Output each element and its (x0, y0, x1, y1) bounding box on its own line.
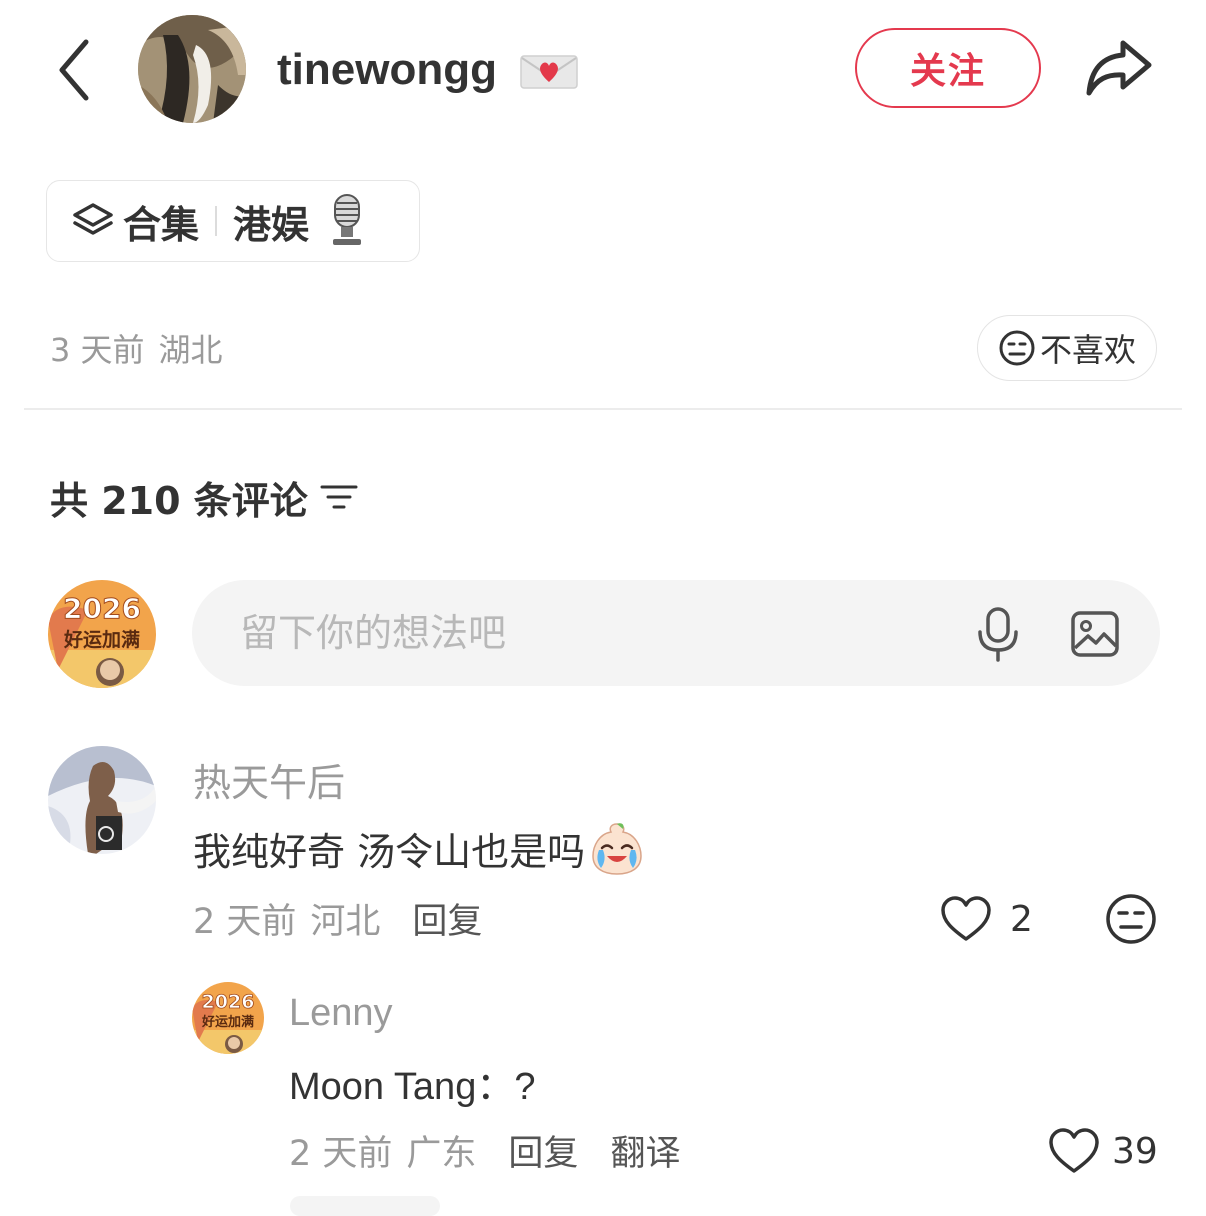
share-button[interactable] (1082, 34, 1156, 100)
back-button[interactable] (44, 32, 104, 108)
dislike-label: 不喜欢 (1039, 331, 1136, 369)
chevron-left-icon (59, 39, 89, 101)
microphone-icon (978, 607, 1018, 662)
comment-like-button[interactable]: 2 (940, 890, 1033, 948)
reply-reply-button[interactable]: 回复 (508, 1125, 578, 1176)
translate-button[interactable]: 翻译 (610, 1125, 680, 1176)
my-avatar[interactable]: 2026 好运加满 (48, 580, 156, 688)
sort-lines-icon[interactable] (320, 482, 358, 512)
post-time: 3 天前 (50, 331, 145, 369)
share-arrow-icon (1086, 40, 1152, 96)
comment-dislike-button[interactable] (1104, 892, 1158, 946)
my-avatar-slogan: 好运加满 (63, 628, 140, 651)
commenter-avatar-image (48, 746, 156, 854)
reply-like-button[interactable]: 39 (1048, 1122, 1158, 1180)
collection-label: 合集 (123, 202, 200, 247)
follow-button[interactable]: 关注 (855, 28, 1041, 108)
reply-button[interactable]: 回复 (412, 893, 482, 944)
image-icon (1071, 611, 1119, 657)
my-avatar-year: 2026 (63, 592, 141, 625)
reply-avatar-year: 2026 (202, 991, 255, 1013)
my-avatar-image: 2026 好运加满 (48, 580, 156, 688)
post-location: 湖北 (158, 331, 223, 369)
collection-topic: 港娱 (233, 202, 310, 247)
comment-meta: 2 天前 河北 回复 (193, 892, 482, 944)
voice-input-button[interactable] (972, 604, 1024, 664)
comment-like-count: 2 (1010, 898, 1033, 940)
comment-location: 河北 (310, 901, 381, 942)
image-upload-button[interactable] (1066, 606, 1124, 662)
author-avatar[interactable] (138, 15, 246, 123)
chip-divider (215, 206, 218, 236)
reply-time: 2 天前 (289, 1133, 393, 1174)
post-meta: 3 天前 湖北 (50, 322, 223, 374)
neutral-face-icon (999, 330, 1035, 366)
reply-meta: 2 天前 广东 回复 翻译 (289, 1124, 680, 1176)
reply-author-avatar[interactable]: 2026 好运加满 (192, 982, 264, 1054)
neutral-face-icon (1106, 894, 1156, 944)
reply-location: 广东 (406, 1133, 477, 1174)
love-letter-icon (520, 52, 578, 90)
reply-text: Moon Tang：? (289, 1065, 536, 1108)
reply-avatar-image: 2026 好运加满 (192, 982, 264, 1054)
reply-author[interactable]: Lenny (289, 988, 393, 1038)
more-replies-button[interactable] (290, 1196, 440, 1216)
comment-author[interactable]: 热天午后 (193, 752, 345, 806)
reply-avatar-slogan: 好运加满 (201, 1014, 254, 1030)
commenter-avatar[interactable] (48, 746, 156, 854)
comment-count-header: 共 210 条评论 (50, 468, 358, 526)
heart-outline-icon (941, 896, 991, 941)
author-avatar-image (138, 15, 246, 123)
section-divider (24, 408, 1182, 410)
comment-count-text: 共 210 条评论 (50, 478, 308, 523)
author-name[interactable]: tinewongg (277, 38, 497, 102)
crying-laugh-emoji-icon (592, 823, 642, 875)
layers-icon (73, 203, 113, 235)
comment-text: 我纯好奇 汤令山也是吗 (193, 818, 645, 878)
comment-body: 我纯好奇 汤令山也是吗 (193, 829, 586, 874)
reply-like-count: 39 (1112, 1130, 1158, 1172)
heart-outline-icon (1049, 1128, 1099, 1173)
dislike-button[interactable]: 不喜欢 (977, 315, 1157, 381)
comment-time: 2 天前 (193, 901, 297, 942)
collection-chip[interactable]: 合集 港娱 (46, 180, 420, 262)
studio-microphone-icon (333, 194, 362, 245)
